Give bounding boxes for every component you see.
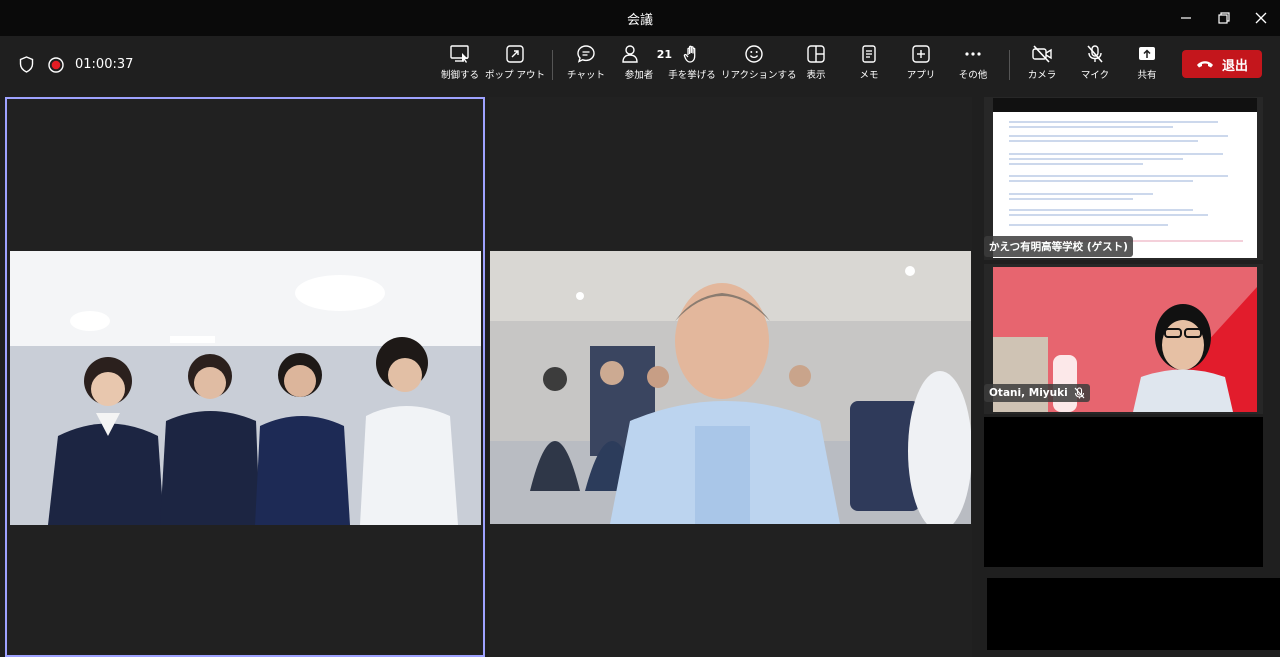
- mic-off-icon: [1074, 387, 1085, 399]
- minimize-button[interactable]: [1167, 0, 1205, 36]
- raise-hand-label: 手を挙げる: [668, 70, 716, 81]
- title-bar: 会議: [0, 0, 1280, 36]
- control-icon: [450, 45, 469, 63]
- sidebar-tile-screen-share[interactable]: かえつ有明高等学校 (ゲスト): [984, 97, 1263, 260]
- more-label: その他: [958, 70, 988, 81]
- sidebar-tile-blank[interactable]: [987, 578, 1280, 650]
- participant-name: Otani, Miyuki: [989, 387, 1068, 399]
- sidebar-tile-otani[interactable]: Otani, Miyuki: [984, 264, 1263, 414]
- reactions-label: リアクションする: [721, 70, 797, 81]
- shared-document-thumbnail: [993, 98, 1257, 258]
- close-icon: [1255, 12, 1267, 24]
- raise-hand-icon: [683, 45, 696, 63]
- popout-label: ポップ アウト: [484, 70, 546, 81]
- apps-icon: [912, 45, 930, 63]
- view-icon: [807, 45, 825, 63]
- meeting-toolbar: 01:00:37 制御する ポップ アウト チャット 21 参加者 手を挙げる …: [0, 36, 1280, 94]
- popout-button[interactable]: ポップ アウト: [482, 44, 548, 88]
- participant-name-badge: Otani, Miyuki: [984, 384, 1090, 402]
- shield-icon: [19, 56, 34, 73]
- window-title: 会議: [626, 13, 653, 28]
- participant-name-badge: かえつ有明高等学校 (ゲスト): [984, 236, 1133, 257]
- reactions-button[interactable]: リアクションする: [721, 44, 797, 88]
- meeting-timer: 01:00:37: [75, 57, 134, 72]
- phone-hangup-icon: [1196, 61, 1213, 68]
- share-icon: [1139, 47, 1155, 60]
- video-tile-students[interactable]: [5, 97, 485, 657]
- more-button[interactable]: その他: [940, 44, 1006, 88]
- people-icon: [622, 45, 638, 63]
- students-video-feed: [10, 251, 481, 525]
- leave-button[interactable]: 退出: [1182, 50, 1262, 78]
- leave-label: 退出: [1221, 58, 1248, 74]
- notes-icon: [862, 45, 876, 63]
- raise-hand-button[interactable]: 手を挙げる: [659, 44, 725, 88]
- sidebar-tile-blank[interactable]: [984, 417, 1263, 567]
- close-button[interactable]: [1242, 0, 1280, 36]
- restore-icon: [1218, 12, 1230, 24]
- conference-room-video-feed: [490, 251, 971, 524]
- chat-icon: [577, 45, 595, 63]
- minimize-icon: [1181, 17, 1191, 19]
- camera-off-icon: [1032, 45, 1052, 63]
- mic-off-icon: [1087, 45, 1103, 63]
- more-icon: [965, 52, 981, 56]
- share-button[interactable]: 共有: [1114, 44, 1180, 88]
- restore-button[interactable]: [1205, 0, 1243, 36]
- participant-name: かえつ有明高等学校 (ゲスト): [989, 241, 1128, 253]
- recording-icon: [48, 57, 64, 73]
- popout-icon: [506, 45, 524, 63]
- reaction-icon: [745, 45, 763, 63]
- video-tile-conference-room[interactable]: [489, 97, 972, 657]
- share-label: 共有: [1137, 70, 1157, 81]
